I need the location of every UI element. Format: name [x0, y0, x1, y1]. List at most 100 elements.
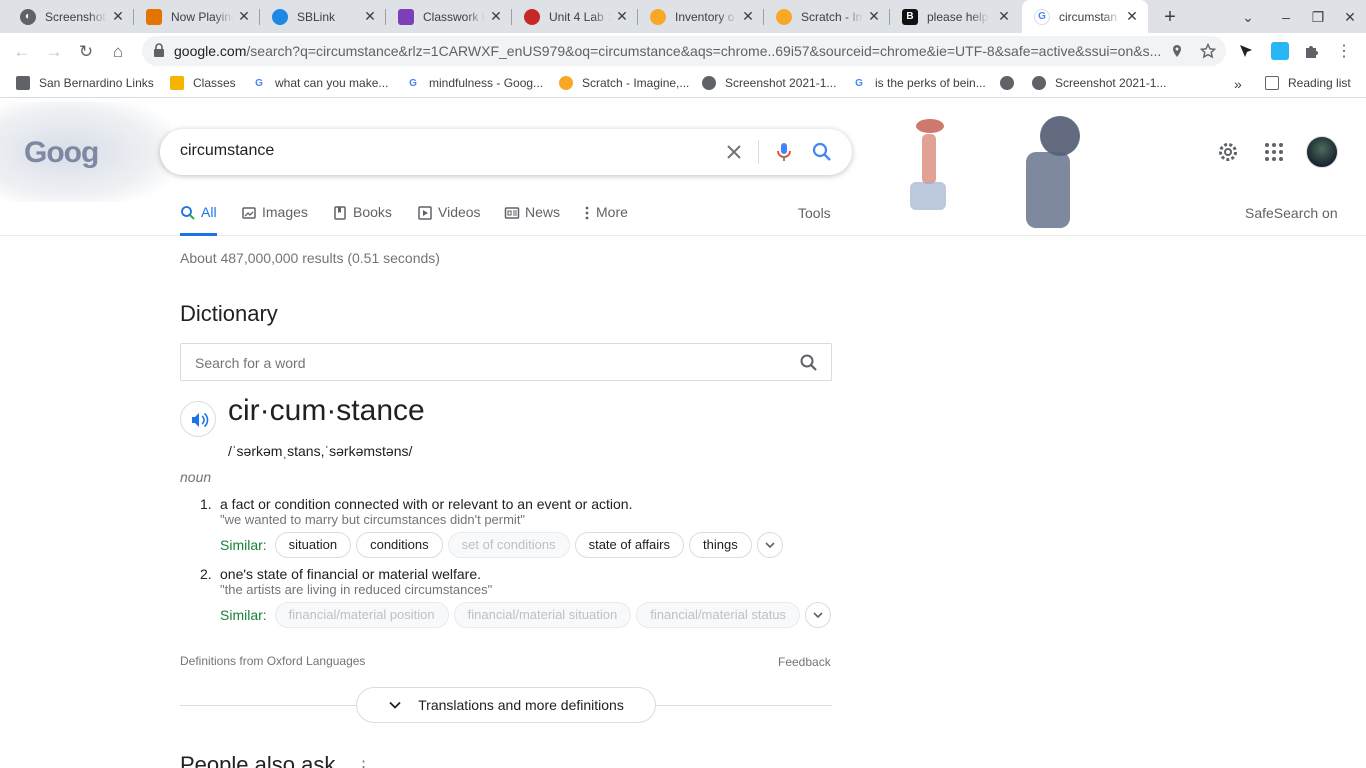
browser-tab[interactable]: ◐ Screenshot ✕ [8, 0, 134, 33]
bookmark-item[interactable]: Gmindfulness - Goog... [406, 76, 543, 90]
similar-word-chip[interactable]: state of affairs [574, 532, 685, 558]
search-icon[interactable] [799, 353, 819, 373]
tab-all[interactable]: All [180, 204, 217, 236]
restore-icon[interactable]: ❐ [1308, 7, 1328, 27]
settings-gear-icon[interactable] [1216, 140, 1240, 164]
google-icon: G [1034, 8, 1050, 25]
reading-list-icon [1265, 76, 1279, 90]
translations-more-button[interactable]: Translations and more definitions [356, 687, 656, 723]
more-icon [585, 206, 589, 220]
close-tab-icon[interactable]: ✕ [740, 8, 756, 24]
browser-tab[interactable]: SBLink ✕ [260, 0, 386, 33]
reload-icon[interactable]: ↻ [74, 40, 98, 64]
more-bookmarks-icon[interactable]: » [1234, 76, 1242, 92]
browser-tab[interactable]: Classwork f ✕ [386, 0, 512, 33]
close-tab-icon[interactable]: ✕ [488, 8, 504, 24]
tab-images[interactable]: Images [241, 204, 308, 236]
more-options-icon[interactable]: ⋮ [355, 759, 371, 768]
bookmark-item[interactable]: Screenshot 2021-1... [702, 76, 836, 90]
search-box[interactable]: circumstance [160, 129, 852, 175]
similar-word-chip[interactable]: set of conditions [447, 532, 570, 558]
forward-icon[interactable]: → [42, 40, 66, 64]
tab-news[interactable]: News [504, 204, 560, 236]
reading-list-button[interactable]: Reading list [1265, 76, 1351, 90]
definition-item: 1. a fact or condition connected with or… [200, 496, 840, 558]
tab-strip: ◐ Screenshot ✕ Now Playing ✕ SBLink ✕ Cl… [0, 0, 1366, 33]
bookmark-star-icon[interactable] [1200, 43, 1216, 59]
feedback-link[interactable]: Feedback [778, 655, 831, 669]
definition-example: "we wanted to marry but circumstances di… [220, 512, 526, 527]
microphone-icon[interactable] [772, 140, 796, 164]
people-also-ask-heading: People also ask ⋮ [180, 752, 371, 768]
chevron-down-icon [813, 612, 823, 619]
search-type-tabs: All Images Books Videos News More [0, 202, 1366, 236]
tab-more[interactable]: More [583, 204, 628, 236]
bookmark-item[interactable]: Gwhat can you make... [252, 76, 388, 90]
browser-tab[interactable]: Scratch - Im ✕ [764, 0, 890, 33]
dictionary-search-placeholder: Search for a word [195, 355, 306, 371]
bookmark-item[interactable]: Scratch - Imagine,... [559, 76, 689, 90]
similar-word-chip[interactable]: conditions [356, 532, 443, 558]
similar-word-chip[interactable]: things [689, 532, 752, 558]
browser-tab[interactable]: Inventory o ✕ [638, 0, 764, 33]
definition-text: a fact or condition connected with or re… [220, 496, 633, 512]
browser-tab[interactable]: B please help ✕ [890, 0, 1020, 33]
chrome-menu-icon[interactable]: ⋮ [1332, 40, 1356, 64]
apps-grid-icon[interactable] [1262, 140, 1286, 164]
google-logo[interactable]: Goog [24, 136, 99, 170]
bookmark-item[interactable]: San Bernardino Links [16, 76, 154, 90]
search-input[interactable]: circumstance [180, 142, 274, 160]
tab-books[interactable]: Books [332, 204, 392, 236]
extensions-puzzle-icon[interactable] [1303, 42, 1321, 60]
similar-words-row: Similar: situation conditions set of con… [220, 532, 783, 558]
book-icon [334, 206, 346, 220]
close-tab-icon[interactable]: ✕ [866, 8, 882, 24]
result-stats: About 487,000,000 results (0.51 seconds) [180, 250, 440, 266]
close-tab-icon[interactable]: ✕ [236, 8, 252, 24]
minimize-icon[interactable]: – [1276, 7, 1296, 27]
close-tab-icon[interactable]: ✕ [1124, 8, 1140, 24]
account-avatar[interactable] [1306, 136, 1338, 168]
back-icon[interactable]: ← [10, 40, 34, 64]
bookmark-item[interactable]: Screenshot 2021-1... [1032, 76, 1166, 90]
similar-word-chip[interactable]: financial/material position [274, 602, 449, 628]
tab-videos[interactable]: Videos [417, 204, 481, 236]
close-window-icon[interactable]: ✕ [1340, 7, 1360, 27]
close-tab-icon[interactable]: ✕ [996, 8, 1012, 24]
new-tab-icon[interactable]: + [1160, 7, 1180, 27]
dictionary-search-input[interactable]: Search for a word [180, 343, 832, 381]
globe-icon [702, 76, 716, 90]
lock-icon [154, 43, 164, 57]
expand-similar-button[interactable] [805, 602, 832, 628]
similar-word-chip[interactable]: situation [274, 532, 352, 558]
browser-tab[interactable]: Unit 4 Lab 1 ✕ [512, 0, 638, 33]
address-bar[interactable]: google.com/search?q=circumstance&rlz=1CA… [142, 36, 1226, 66]
close-tab-icon[interactable]: ✕ [362, 8, 378, 24]
extension-cursor-icon[interactable] [1238, 43, 1254, 59]
radio-icon [146, 8, 162, 25]
similar-word-chip[interactable]: financial/material situation [453, 602, 632, 628]
search-icon[interactable] [810, 140, 834, 164]
home-icon[interactable]: ⌂ [106, 40, 130, 64]
expand-similar-button[interactable] [756, 532, 783, 558]
bookmark-item[interactable] [1000, 76, 1023, 90]
location-icon[interactable] [1170, 44, 1184, 58]
circle-logo-icon [524, 8, 540, 25]
close-tab-icon[interactable]: ✕ [614, 8, 630, 24]
safesearch-toggle[interactable]: SafeSearch on [1245, 205, 1338, 221]
bookmark-item[interactable]: Gis the perks of bein... [852, 76, 986, 90]
clear-icon[interactable] [722, 140, 746, 164]
scratch-icon [776, 8, 792, 25]
url-text: google.com/search?q=circumstance&rlz=1CA… [174, 43, 1162, 59]
similar-word-chip[interactable]: financial/material status [636, 602, 801, 628]
tools-button[interactable]: Tools [798, 205, 831, 221]
video-icon [418, 206, 432, 220]
bookmark-item[interactable]: Classes [170, 76, 236, 90]
close-tab-icon[interactable]: ✕ [110, 8, 126, 24]
extension-cloud-icon[interactable] [1271, 42, 1289, 60]
tab-search-icon[interactable]: ⌄ [1238, 7, 1258, 27]
browser-tab[interactable]: Now Playing ✕ [134, 0, 260, 33]
google-icon: G [255, 77, 263, 89]
pronunciation-button[interactable] [180, 401, 216, 437]
browser-tab-active[interactable]: G circumstan ✕ [1022, 0, 1148, 33]
